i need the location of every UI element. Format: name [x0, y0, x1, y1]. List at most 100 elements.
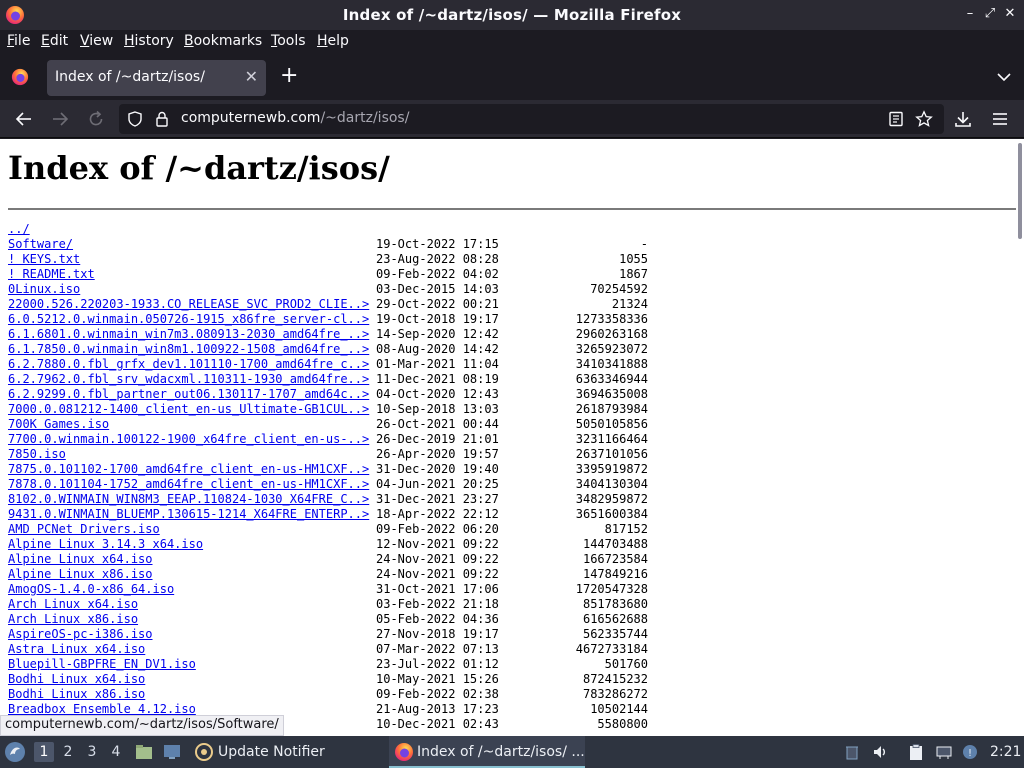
- menu-edit[interactable]: Edit: [41, 33, 68, 49]
- file-date: 10-Dec-2021 02:43: [376, 717, 499, 731]
- scrollbar-thumb[interactable]: [1018, 143, 1022, 239]
- tab-label: Index of /~dartz/isos/: [55, 69, 205, 85]
- listing-row: 6.1.6801.0.winmain_win7m3.080913-2030_am…: [8, 327, 648, 342]
- trash-icon[interactable]: [843, 743, 861, 761]
- listing-row: 7850.iso 26-Apr-2020 19:57 2637101056: [8, 447, 648, 462]
- file-link[interactable]: 6.2.7962.0.fbl_srv_wdacxml.110311-1930_a…: [8, 372, 369, 387]
- listing-row: 6.2.9299.0.fbl_partner_out06.130117-1707…: [8, 387, 648, 402]
- network-icon[interactable]: [935, 743, 953, 761]
- file-size: 4672733184: [575, 642, 648, 656]
- file-link[interactable]: 6.1.7850.0.winmain_win8m1.100922-1508_am…: [8, 342, 369, 357]
- file-link[interactable]: 7700.0.winmain.100122-1900_x64fre_client…: [8, 432, 369, 447]
- file-size: 616562688: [582, 612, 648, 626]
- file-link[interactable]: Arch Linux x86.iso: [8, 612, 138, 627]
- file-link[interactable]: 7000.0.081212-1400_client_en-us_Ultimate…: [8, 402, 369, 417]
- url-host: computernewb.com: [181, 110, 321, 126]
- lock-icon[interactable]: [153, 110, 171, 128]
- shield-icon[interactable]: [126, 110, 144, 128]
- file-link[interactable]: Bodhi Linux x64.iso: [8, 672, 145, 687]
- hamburger-menu-icon[interactable]: [990, 109, 1010, 129]
- forward-icon[interactable]: [50, 109, 70, 129]
- file-link[interactable]: 8102.0.WINMAIN_WIN8M3_EEAP.110824-1030_X…: [8, 492, 369, 507]
- workspace-3[interactable]: 3: [82, 742, 102, 762]
- file-link[interactable]: ! README.txt: [8, 267, 95, 282]
- reader-view-icon[interactable]: [887, 110, 905, 128]
- taskbar: 1 2 3 4 Update Notifier Index of /~dartz…: [0, 736, 1024, 768]
- reload-icon[interactable]: [86, 109, 106, 129]
- menu-history[interactable]: History: [124, 33, 174, 49]
- volume-icon[interactable]: [871, 743, 889, 761]
- listing-row: Bodhi Linux x86.iso 09-Feb-2022 02:38 7832…: [8, 687, 648, 702]
- file-link[interactable]: ! KEYS.txt: [8, 252, 80, 267]
- file-size: 562335744: [582, 627, 648, 641]
- file-size: 21324: [611, 297, 648, 311]
- page-scrollbar[interactable]: [1016, 139, 1024, 736]
- desktop-icon[interactable]: [162, 742, 182, 762]
- file-link[interactable]: Alpine Linux x64.iso: [8, 552, 153, 567]
- menu-tools[interactable]: Tools: [271, 33, 306, 49]
- new-tab-icon[interactable]: +: [280, 65, 298, 87]
- file-link[interactable]: 9431.0.WINMAIN_BLUEMP.130615-1214_X64FRE…: [8, 507, 369, 522]
- url-bar[interactable]: computernewb.com/~dartz/isos/: [119, 104, 944, 134]
- workspace-2[interactable]: 2: [58, 742, 78, 762]
- file-size: 5580800: [597, 717, 648, 731]
- tab-index[interactable]: Index of /~dartz/isos/ ✕: [47, 60, 266, 96]
- file-link[interactable]: AspireOS-pc-i386.iso: [8, 627, 153, 642]
- file-date: 26-Apr-2020 19:57: [376, 447, 499, 461]
- file-link[interactable]: 0Linux.iso: [8, 282, 80, 297]
- file-link[interactable]: 700K Games.iso: [8, 417, 109, 432]
- file-link[interactable]: Bluepill-GBPFRE_EN_DV1.iso: [8, 657, 196, 672]
- file-link[interactable]: 7878.0.101104-1752_amd64fre_client_en-us…: [8, 477, 369, 492]
- file-link[interactable]: AMD PCNet Drivers.iso: [8, 522, 160, 537]
- file-date: 24-Nov-2021 09:22: [376, 552, 499, 566]
- menu-bookmarks[interactable]: Bookmarks: [184, 33, 262, 49]
- bookmark-star-icon[interactable]: [915, 110, 933, 128]
- update-notifier-task[interactable]: Update Notifier: [218, 736, 325, 768]
- file-link[interactable]: Astra Linux x64.iso: [8, 642, 145, 657]
- start-menu-icon[interactable]: [4, 741, 26, 763]
- page-content: Index of /~dartz/isos/ ../Software/19-Oc…: [0, 139, 1016, 736]
- file-link[interactable]: Alpine Linux 3.14.3 x64.iso: [8, 537, 203, 552]
- file-link[interactable]: 6.0.5212.0.winmain.050726-1915_x86fre_se…: [8, 312, 369, 327]
- file-link[interactable]: Software/: [8, 237, 73, 252]
- workspace-4[interactable]: 4: [106, 742, 126, 762]
- listing-row: 700K Games.iso 26-Oct-2021 00:44 505010585…: [8, 417, 648, 432]
- file-link[interactable]: AmogOS-1.4.0-x86_64.iso: [8, 582, 174, 597]
- navigation-toolbar: computernewb.com/~dartz/isos/: [0, 100, 1024, 138]
- file-link[interactable]: 6.1.6801.0.winmain_win7m3.080913-2030_am…: [8, 327, 369, 342]
- file-link[interactable]: Arch Linux x64.iso: [8, 597, 138, 612]
- listing-row: 7000.0.081212-1400_client_en-us_Ultimate…: [8, 402, 648, 417]
- clipboard-icon[interactable]: [907, 743, 925, 761]
- file-link[interactable]: 6.2.9299.0.fbl_partner_out06.130117-1707…: [8, 387, 369, 402]
- chevron-down-icon[interactable]: [995, 68, 1013, 86]
- menu-help[interactable]: Help: [317, 33, 349, 49]
- listing-row: ! KEYS.txt 23-Aug-2022 08:28 1055: [8, 252, 648, 267]
- file-manager-icon[interactable]: [134, 742, 154, 762]
- close-window-icon[interactable]: ✕: [1000, 4, 1020, 24]
- file-date: 10-Sep-2018 13:03: [376, 402, 499, 416]
- file-link[interactable]: 7850.iso: [8, 447, 66, 462]
- file-size: 3410341888: [575, 357, 648, 371]
- downloads-icon[interactable]: [953, 109, 973, 129]
- file-link[interactable]: Alpine Linux x86.iso: [8, 567, 153, 582]
- back-icon[interactable]: [14, 109, 34, 129]
- file-link[interactable]: 7875.0.101102-1700_amd64fre_client_en-us…: [8, 462, 369, 477]
- restore-icon[interactable]: ⤢: [980, 4, 1000, 24]
- close-tab-icon[interactable]: ✕: [245, 67, 258, 86]
- file-link[interactable]: ../: [8, 222, 30, 237]
- menu-file[interactable]: File: [7, 33, 30, 49]
- file-link[interactable]: 22000.526.220203-1933.CO_RELEASE_SVC_PRO…: [8, 297, 369, 312]
- file-size: 3404130304: [575, 477, 648, 491]
- file-date: 14-Sep-2020 12:42: [376, 327, 499, 341]
- file-link[interactable]: 6.2.7880.0.fbl_grfx_dev1.101110-1700_amd…: [8, 357, 369, 372]
- listing-row: Alpine Linux x86.iso 24-Nov-2021 09:22 147…: [8, 567, 648, 582]
- file-link[interactable]: Bodhi Linux x86.iso: [8, 687, 145, 702]
- minimize-icon[interactable]: –: [960, 4, 980, 24]
- file-date: 31-Dec-2021 23:27: [376, 492, 499, 506]
- file-size: 1273358336: [575, 312, 648, 326]
- menu-view[interactable]: View: [80, 33, 113, 49]
- notification-icon[interactable]: !: [961, 743, 979, 761]
- firefox-view-icon[interactable]: [11, 68, 29, 86]
- file-size: 5050105856: [575, 417, 648, 431]
- workspace-1[interactable]: 1: [34, 742, 54, 762]
